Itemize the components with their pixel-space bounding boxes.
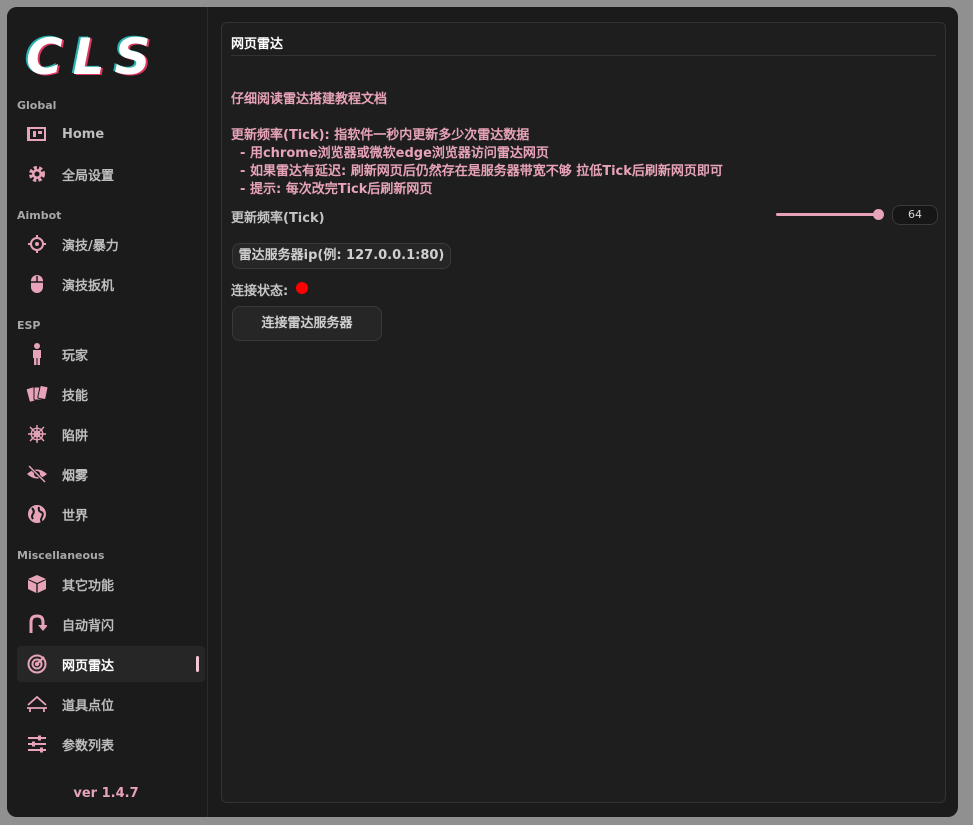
tick-value[interactable]: 64 xyxy=(892,205,938,225)
sidebar-item-players[interactable]: 玩家 xyxy=(17,336,205,372)
doc-hint-text: 仔细阅读雷达搭建教程文档 xyxy=(231,92,388,107)
sidebar-item-label: 其它功能 xyxy=(62,578,115,594)
sidebar-item-world[interactable]: 世界 xyxy=(17,496,205,532)
mouse-icon xyxy=(26,273,48,295)
home-icon xyxy=(26,123,48,145)
sidebar-item-traps[interactable]: 陷阱 xyxy=(17,416,205,452)
globe-icon xyxy=(26,503,48,525)
section-esp: ESP xyxy=(17,319,41,332)
sidebar-item-label: 玩家 xyxy=(62,348,89,364)
person-icon xyxy=(26,343,48,365)
sidebar-item-skills[interactable]: 技能 xyxy=(17,376,205,412)
sidebar-item-triggerbot[interactable]: 演技扳机 xyxy=(17,266,205,302)
sidebar-item-label: 技能 xyxy=(62,388,89,404)
panel-title: 网页雷达 xyxy=(231,37,284,52)
map-marker-icon xyxy=(26,693,48,715)
web-radar-panel: 网页雷达 仔细阅读雷达搭建教程文档 更新频率(Tick): 指软件一秒内更新多少… xyxy=(221,22,946,803)
active-indicator xyxy=(196,656,199,672)
connection-status-label: 连接状态: xyxy=(231,284,289,299)
sidebar-item-label: 演技/暴力 xyxy=(62,238,119,254)
sidebar-item-label: 自动背闪 xyxy=(62,618,115,634)
info-line: 更新频率(Tick): 指软件一秒内更新多少次雷达数据 xyxy=(231,128,530,143)
eye-slash-icon xyxy=(26,463,48,485)
radar-icon xyxy=(26,653,48,675)
cube-icon xyxy=(26,573,48,595)
svg-text:CLS: CLS xyxy=(26,28,161,85)
sidebar-item-label: Home xyxy=(62,126,105,142)
server-ip-input[interactable]: 雷达服务器ip(例: 127.0.0.1:80) xyxy=(232,243,451,269)
sidebar-item-auto-flash[interactable]: 自动背闪 xyxy=(17,606,205,642)
sidebar-item-label: 陷阱 xyxy=(62,428,89,444)
sidebar-item-label: 参数列表 xyxy=(62,738,115,754)
info-line: - 提示: 每次改完Tick后刷新网页 xyxy=(231,182,433,197)
info-line: - 用chrome浏览器或微软edge浏览器访问雷达网页 xyxy=(231,146,549,161)
sidebar-item-web-radar[interactable]: 网页雷达 xyxy=(17,646,205,682)
version-label: ver 1.4.7 xyxy=(73,786,139,801)
tick-label: 更新频率(Tick) xyxy=(231,211,325,226)
sliders-icon xyxy=(26,733,48,755)
connection-status-indicator xyxy=(296,282,308,294)
app-window: CLS CLS CLS Global Home 全局设置 Aimbot 演技/暴… xyxy=(7,7,958,817)
sidebar-item-label: 烟雾 xyxy=(62,468,89,484)
sidebar-item-smoke[interactable]: 烟雾 xyxy=(17,456,205,492)
sidebar-item-grenade-spots[interactable]: 道具点位 xyxy=(17,686,205,722)
tick-slider-handle[interactable] xyxy=(873,209,884,220)
panel-divider xyxy=(231,55,936,56)
tick-slider[interactable] xyxy=(776,213,879,216)
sidebar-item-misc-features[interactable]: 其它功能 xyxy=(17,566,205,602)
info-line: - 如果雷达有延迟: 刷新网页后仍然存在是服务器带宽不够 拉低Tick后刷新网页… xyxy=(231,164,723,179)
section-aimbot: Aimbot xyxy=(17,209,62,222)
crosshair-icon xyxy=(26,233,48,255)
sidebar-item-label: 全局设置 xyxy=(62,168,115,184)
sidebar: CLS CLS CLS Global Home 全局设置 Aimbot 演技/暴… xyxy=(7,7,208,817)
sidebar-item-param-list[interactable]: 参数列表 xyxy=(17,726,205,762)
section-misc: Miscellaneous xyxy=(17,549,105,562)
sidebar-item-label: 演技扳机 xyxy=(62,278,115,294)
sidebar-item-label: 世界 xyxy=(62,508,89,524)
sidebar-item-home[interactable]: Home xyxy=(17,116,205,152)
cls-logo: CLS CLS CLS xyxy=(25,27,161,85)
spiderweb-icon xyxy=(26,423,48,445)
section-global: Global xyxy=(17,99,57,112)
sidebar-item-global-settings[interactable]: 全局设置 xyxy=(17,156,205,192)
sidebar-item-label: 网页雷达 xyxy=(62,658,115,674)
cards-icon xyxy=(26,383,48,405)
sidebar-item-label: 道具点位 xyxy=(62,698,115,714)
u-turn-icon xyxy=(26,613,48,635)
connect-radar-button[interactable]: 连接雷达服务器 xyxy=(232,306,382,341)
sidebar-item-aim-rage[interactable]: 演技/暴力 xyxy=(17,226,205,262)
gear-icon xyxy=(26,163,48,185)
